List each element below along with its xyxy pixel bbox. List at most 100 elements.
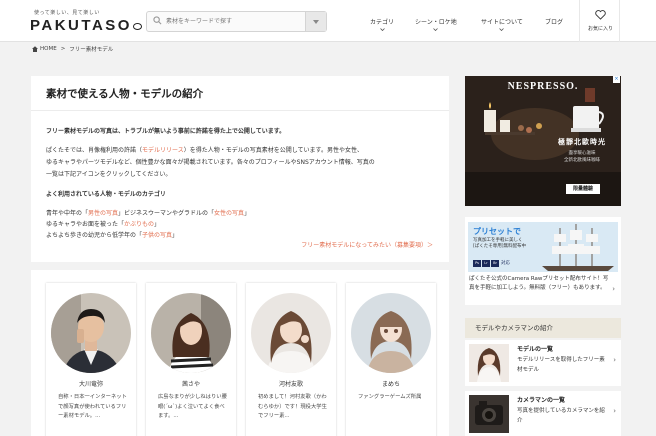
- model-card[interactable]: まめち ファングラーゲームズ所属: [346, 283, 436, 436]
- chevron-down-icon: [499, 28, 505, 31]
- category-text: 青年や中年の「: [46, 210, 89, 217]
- female-photos-link[interactable]: 女性の写真: [214, 210, 244, 217]
- nav-scene-label: シーン・ロケ地: [415, 19, 457, 26]
- bridge-badge: Br: [491, 260, 499, 267]
- promo-subtitle: 写真加工を手軽に美しく [ぱくたそ専用]無料配布中: [473, 238, 526, 250]
- model-description: ファングラーゲームズ所属: [358, 394, 422, 400]
- search-submit-button[interactable]: [305, 12, 326, 31]
- nav-category[interactable]: カテゴリ: [370, 17, 394, 31]
- promo-title: プリセットで: [473, 227, 521, 236]
- intro-line-2: ゆるキャラやパーツモデルなど、個性豊かな面々が掲載されています。各々のプロフィー…: [46, 159, 375, 166]
- category-heading: よく利用されている人物・モデルのカテゴリ: [46, 191, 166, 198]
- nav-scene[interactable]: シーン・ロケ地: [415, 17, 457, 31]
- site-header: 使って楽しい、見て楽しい PAKUTASO カテゴリ シーン・ロケ地 サイトにつ…: [0, 0, 656, 42]
- model-description: 初めまして！河村友歌（かわむらゆか）です！現役大学生でフリー素...: [258, 394, 327, 419]
- ad-subcopy: 盡享暖心滋味 全新北歐風味咖啡: [543, 150, 621, 164]
- page-title: 素材で使える人物・モデルの紹介: [46, 88, 204, 100]
- intro-line-1: ぱくたそでは、肖像権利用の許諾（モデルリリース）を得た人物・モデルの写真素材を公…: [46, 145, 363, 157]
- photographers-photo: [469, 395, 509, 433]
- search-input[interactable]: [163, 12, 303, 31]
- sidebar-item-desc: 写真を提供しているカメラマンを紹介: [517, 408, 605, 424]
- model-name: 茜さや: [181, 381, 200, 388]
- sidebar-item-desc: モデルリリースを取得したフリー素材モデル: [517, 357, 605, 373]
- search-box: [146, 11, 327, 32]
- model-description: 広島なまりが少しねはりい腰眼(´ω`)よく泣いてよく食べます。...: [158, 394, 227, 419]
- apply-model-link[interactable]: フリー素材モデルになってみたい（募集要項）＞: [301, 240, 433, 249]
- chevron-right-icon: ›: [612, 285, 615, 293]
- breadcrumb-current: フリー素材モデル: [69, 46, 114, 53]
- intro-text: ぱくたそでは、肖像権利用の許諾（: [46, 147, 143, 154]
- lightroom-badge: Lr: [482, 260, 490, 267]
- sidebar-item-title: カメラマンの一覧: [517, 397, 566, 404]
- intro-line-3: 一覧は下記アイコンをクリックしてください。: [46, 171, 172, 178]
- category-text: よちよち歩きの幼児から低学年の「: [46, 232, 143, 239]
- divider: [31, 110, 449, 111]
- model-description: 自称・日本一インターネットで顔写真が使われているフリー素材モデル。...: [58, 394, 127, 419]
- promo-badges: Ps Lr Br 対応: [473, 260, 510, 267]
- nav-blog[interactable]: ブログ: [545, 17, 563, 26]
- category-text: ゆるキャラやお面を被った「: [46, 221, 125, 228]
- promo-image: プリセットで 写真加工を手軽に美しく [ぱくたそ専用]無料配布中 Ps Lr Br…: [468, 222, 618, 272]
- lead-text: フリー素材モデルの写真は、トラブルが無いよう事前に許諾を得た上で公開しています。: [46, 128, 286, 135]
- breadcrumb-home[interactable]: HOME: [40, 46, 57, 52]
- costume-link[interactable]: かぶりもの: [124, 221, 154, 228]
- breadcrumb: HOME > フリー素材モデル: [32, 43, 117, 54]
- avatar: [251, 293, 331, 373]
- search-icon: [153, 16, 162, 25]
- chevron-down-icon: [433, 28, 439, 31]
- category-line-3: よちよち歩きの幼児から低学年の「子供の写真」: [46, 230, 178, 242]
- avatar: [51, 293, 131, 373]
- model-grid: 大川竜弥 自称・日本一インターネットで顔写真が使われているフリー素材モデル。..…: [31, 270, 449, 436]
- photographers-thumbnail: [469, 395, 509, 433]
- children-photos-link[interactable]: 子供の写真: [142, 232, 172, 239]
- model-card[interactable]: 茜さや 広島なまりが少しねはりい腰眼(´ω`)よく泣いてよく食べます。...: [146, 283, 236, 436]
- chevron-right-icon: ›: [613, 407, 616, 415]
- sidebar-heading: モデルやカメラマンの紹介: [465, 318, 621, 338]
- model-name: 河村友歌: [278, 381, 303, 388]
- model-card[interactable]: 河村友歌 初めまして！河村友歌（かわむらゆか）です！現役大学生でフリー素...: [246, 283, 336, 436]
- preset-promo[interactable]: プリセットで 写真加工を手軽に美しく [ぱくたそ専用]無料配布中 Ps Lr Br…: [465, 217, 621, 305]
- model-photo: [351, 293, 431, 373]
- favorites-button[interactable]: お気に入り: [579, 0, 620, 42]
- ad-brand: NESPRESSO.: [507, 81, 579, 92]
- photoshop-badge: Ps: [473, 260, 481, 267]
- models-photo: [469, 344, 509, 382]
- model-release-link[interactable]: モデルリリース: [142, 147, 184, 154]
- logo-tagline: 使って楽しい、見て楽しい: [34, 10, 100, 16]
- promo-subtitle-line: [ぱくたそ専用]無料配布中: [473, 244, 527, 249]
- category-text: 」: [244, 210, 251, 217]
- caret-down-icon: [313, 19, 319, 24]
- promo-badge-suffix: 対応: [501, 261, 510, 266]
- model-photo: [251, 293, 331, 373]
- ad-banner[interactable]: × NESPRESSO. 極靜北歐時光 盡享暖心滋味 全新北歐風味咖啡 限量體驗: [465, 76, 621, 206]
- ad-headline: 極靜北歐時光: [558, 138, 606, 146]
- model-card[interactable]: 大川竜弥 自称・日本一インターネットで顔写真が使われているフリー素材モデル。..…: [46, 283, 136, 436]
- promo-text: ぱくたそ公式のCamera Rawプリセット配布サイト！写真を手軽に加工しよう。…: [469, 276, 609, 291]
- nav-category-label: カテゴリ: [370, 19, 395, 26]
- heart-icon: [595, 10, 606, 20]
- site-logo[interactable]: PAKUTASO: [30, 17, 142, 34]
- ad-cta-button[interactable]: 限量體驗: [566, 184, 600, 194]
- nav-about[interactable]: サイトについて: [481, 17, 523, 31]
- favorites-label: お気に入り: [587, 26, 613, 32]
- chevron-right-icon: ›: [613, 356, 616, 364]
- category-text: 」: [172, 232, 179, 239]
- male-photos-link[interactable]: 男性の写真: [88, 210, 118, 217]
- logo-text: PAKUTASO: [30, 17, 132, 34]
- breadcrumb-separator: >: [60, 45, 66, 52]
- intro-text: ）を得た人物・モデルの写真素材を公開しています。男性や女性、: [183, 147, 363, 154]
- ad-subcopy-line: 盡享暖心滋味: [568, 151, 596, 156]
- sidebar-item-models[interactable]: モデルの一覧 モデルリリースを取得したフリー素材モデル ›: [465, 340, 621, 386]
- intro-card: 素材で使える人物・モデルの紹介 フリー素材モデルの写真は、トラブルが無いよう事前…: [31, 76, 449, 262]
- nav-blog-label: ブログ: [545, 19, 564, 26]
- models-thumbnail: [469, 344, 509, 382]
- model-name: まめち: [381, 381, 400, 388]
- avatar: [351, 293, 431, 373]
- sidebar-item-title: モデルの一覧: [517, 346, 554, 353]
- sidebar-item-photographers[interactable]: カメラマンの一覧 写真を提供しているカメラマンを紹介 ›: [465, 391, 621, 436]
- home-icon: [32, 45, 38, 52]
- chevron-down-icon: [379, 28, 385, 31]
- category-text: 」: [154, 221, 161, 228]
- ad-subcopy-line: 全新北歐風味咖啡: [564, 158, 600, 163]
- model-photo: [151, 293, 231, 373]
